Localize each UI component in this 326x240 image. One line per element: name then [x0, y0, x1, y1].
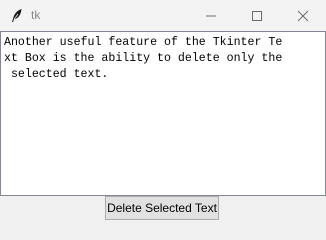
- text-line: selected text.: [4, 68, 109, 81]
- app-window: tk Another useful feature of the Tkinter…: [0, 0, 326, 222]
- maximize-icon: [252, 11, 262, 21]
- feather-icon: [10, 8, 24, 23]
- window-title: tk: [31, 8, 41, 22]
- minimize-button[interactable]: [188, 0, 234, 31]
- delete-selected-text-button[interactable]: Delete Selected Text: [105, 196, 219, 220]
- minimize-icon: [206, 15, 216, 17]
- close-icon: [297, 10, 309, 22]
- text-box-content[interactable]: Another useful feature of the Tkinter Te…: [4, 35, 324, 83]
- close-button[interactable]: [280, 0, 326, 31]
- text-box[interactable]: Another useful feature of the Tkinter Te…: [0, 31, 326, 196]
- maximize-button[interactable]: [234, 0, 280, 31]
- title-bar[interactable]: tk: [0, 0, 326, 31]
- text-line: Another useful feature of the Tkinter Te: [4, 36, 283, 49]
- text-line: xt Box is the ability to delete only the: [4, 52, 283, 65]
